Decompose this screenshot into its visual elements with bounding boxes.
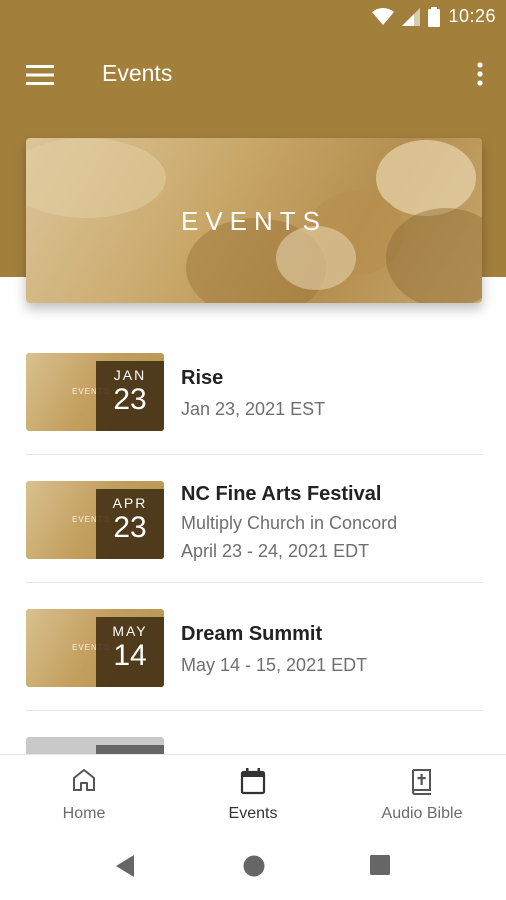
event-thumbnail: EVENTS JAN 23: [26, 353, 164, 431]
event-thumbnail: EVENTS MAY 14: [26, 609, 164, 687]
hero-label: EVENTS: [180, 206, 328, 236]
event-thumbnail: EVENTS APR 23: [26, 481, 164, 559]
nav-label: Home: [62, 805, 106, 822]
date-month: APR: [112, 495, 148, 511]
date-day: 23: [113, 511, 147, 544]
date-month: JAN: [113, 367, 147, 383]
events-hero-banner[interactable]: EVENTS: [26, 138, 482, 303]
event-title: NC Fine Arts Festival: [181, 483, 382, 505]
page-title: Events: [102, 60, 173, 86]
battery-icon: [428, 6, 441, 27]
divider: [26, 710, 482, 711]
back-icon[interactable]: [114, 854, 136, 878]
date-day: 14: [113, 639, 147, 672]
event-item-nc-fine-arts-festival[interactable]: EVENTS APR 23 NC Fine Arts Festival Mult…: [0, 458, 506, 570]
signal-icon: [402, 7, 421, 26]
nav-item-audio-bible[interactable]: Audio Bible: [338, 755, 506, 833]
nav-item-home[interactable]: Home: [0, 755, 168, 833]
recents-icon[interactable]: [369, 854, 391, 876]
nav-label: Audio Bible: [381, 805, 463, 822]
bottom-navigation: Home Events Audio Bible: [0, 754, 506, 832]
event-location: Multiply Church in Concord: [181, 513, 398, 533]
event-item-dream-summit[interactable]: EVENTS MAY 14 Dream Summit May 14 - 15, …: [0, 586, 506, 698]
date-badge: JAN 23: [96, 361, 164, 431]
status-bar: 10:26: [0, 0, 506, 36]
menu-button[interactable]: [20, 58, 60, 92]
event-item-rise[interactable]: EVENTS JAN 23 Rise Jan 23, 2021 EST: [0, 330, 506, 442]
system-navigation-bar: [0, 832, 506, 900]
app-bar: Events: [0, 36, 506, 112]
divider: [26, 582, 482, 583]
date-day: 23: [113, 383, 147, 416]
nav-item-events[interactable]: Events: [169, 755, 337, 833]
status-icons: 10:26: [372, 6, 496, 27]
event-title: Rise: [181, 367, 224, 389]
date-badge: MAY 14: [96, 617, 164, 687]
overflow-menu-button[interactable]: [466, 56, 494, 92]
home-icon: [73, 769, 95, 791]
nav-label: Events: [228, 805, 278, 822]
event-date: Jan 23, 2021 EST: [181, 399, 326, 419]
event-date: April 23 - 24, 2021 EDT: [181, 541, 370, 561]
divider: [26, 454, 482, 455]
bible-icon: [411, 769, 431, 795]
status-time: 10:26: [448, 6, 496, 26]
hamburger-menu-icon: [26, 65, 54, 85]
more-vert-icon: [477, 62, 483, 86]
wifi-icon: [372, 7, 395, 25]
event-date: May 14 - 15, 2021 EDT: [181, 655, 368, 675]
event-title: Dream Summit: [181, 623, 323, 645]
home-circle-icon[interactable]: [242, 854, 266, 878]
date-badge: APR 23: [96, 489, 164, 559]
date-month: MAY: [112, 623, 148, 639]
calendar-icon: [240, 768, 266, 795]
